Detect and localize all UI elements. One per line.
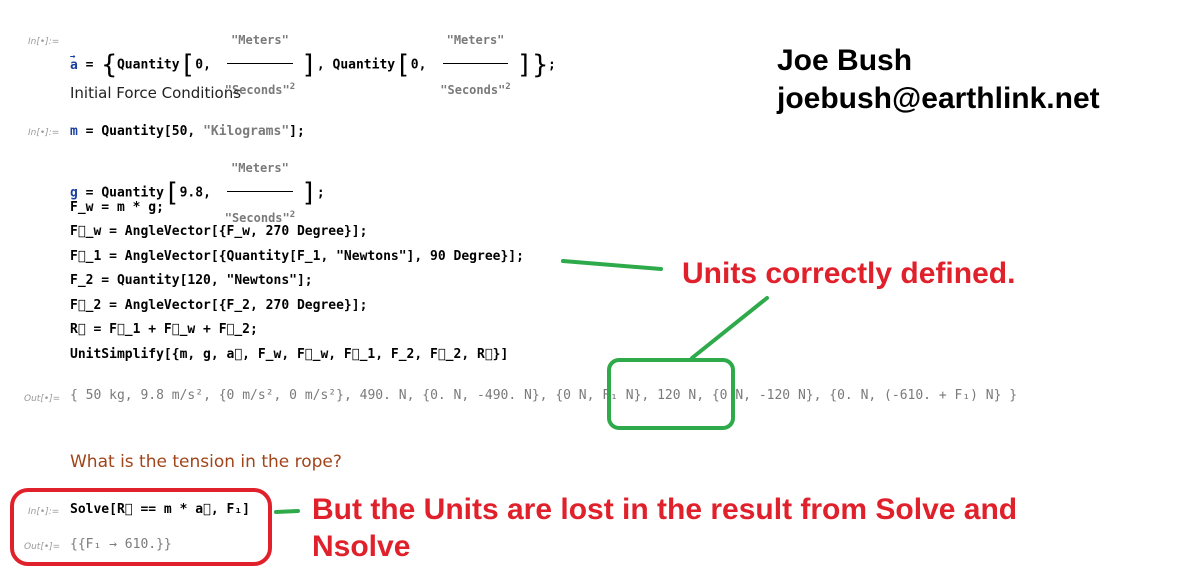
unit-denominator: "Seconds" — [440, 83, 506, 97]
output-solve[interactable]: {{F₁ → 610.}} — [70, 537, 172, 552]
output-list[interactable]: { 50 kg, 9.8 m/s², {0 m/s², 0 m/s²}, 490… — [70, 388, 1017, 403]
output-item-highlighted: {0 N, F₁ N} — [555, 388, 642, 403]
input-line[interactable]: F⃗_w = AngleVector[{F_w, 270 Degree}]; — [70, 224, 367, 239]
value: 9.8 — [179, 185, 204, 201]
pointer-line-to-solve — [274, 509, 300, 514]
exponent: 2 — [289, 82, 296, 92]
input-label: In[•]:= — [28, 507, 60, 517]
input-line[interactable]: UnitSimplify[{m, g, a⃗, F_w, F⃗_w, F⃗_1,… — [70, 347, 508, 362]
input-line[interactable]: F_w = m * g; — [70, 200, 164, 215]
fn-quantity: Quantity — [116, 57, 180, 73]
pointer-line-to-f1 — [561, 259, 663, 271]
value: 0 — [195, 57, 204, 73]
output-item: {0 m/s², 0 m/s²} — [218, 388, 344, 403]
output-item: 50 kg — [85, 388, 125, 403]
unit-numerator: "Meters" — [227, 146, 293, 192]
pointer-line-to-output — [690, 296, 769, 360]
note-units-lost-line2: Nsolve — [312, 530, 411, 563]
note-units-defined: Units correctly defined. — [682, 257, 1016, 290]
input-line[interactable]: F_2 = Quantity[120, "Newtons"]; — [70, 273, 313, 288]
section-title-tension[interactable]: What is the tension in the rope? — [70, 452, 342, 472]
input-line[interactable]: F⃗_2 = AngleVector[{F_2, 270 Degree}]; — [70, 298, 367, 313]
var-g: g — [70, 185, 78, 201]
unit-string: "Kilograms" — [203, 124, 290, 139]
code: Quantity[50, — [101, 124, 204, 139]
input-label: In[•]:= — [28, 128, 60, 138]
output-item: {0 N, -120 N} — [711, 388, 814, 403]
var-m: m — [70, 124, 78, 139]
output-label: Out[•]= — [24, 542, 61, 552]
unit-numerator: "Meters" — [227, 18, 293, 64]
fn-quantity: Quantity — [101, 185, 164, 201]
unit-numerator: "Meters" — [442, 18, 509, 64]
fn-quantity: Quantity — [332, 57, 396, 73]
input-line-mass[interactable]: m = Quantity[50, "Kilograms"]; — [70, 124, 305, 139]
unit-fraction: "Meters" "Seconds"2 — [436, 18, 514, 112]
output-label: Out[•]= — [24, 394, 61, 404]
input-solve[interactable]: Solve[R⃗ == m * a⃗, F₁] — [70, 502, 250, 517]
vector-a-symbol: a — [70, 35, 78, 88]
text-cell-initial-conditions[interactable]: Initial Force Conditions — [70, 84, 241, 102]
output-item: {0. N, -490. N} — [422, 388, 540, 403]
value: 0 — [410, 57, 419, 73]
exponent: 2 — [505, 82, 511, 92]
input-line[interactable]: R⃗ = F⃗_1 + F⃗_w + F⃗_2; — [70, 322, 258, 337]
author-name: Joe Bush — [777, 44, 913, 77]
input-line[interactable]: F⃗_1 = AngleVector[{Quantity[F_1, "Newto… — [70, 249, 524, 264]
code: ]; — [289, 124, 305, 139]
output-item: 120 N — [657, 388, 697, 403]
input-label: In[•]:= — [28, 37, 60, 47]
unit-denominator: "Seconds" — [224, 211, 290, 225]
output-item: {0. N, (-610. + F₁) N} — [829, 388, 1002, 403]
output-item: 490. N — [359, 388, 407, 403]
output-item: 9.8 m/s² — [140, 388, 204, 403]
author-email: joebush@earthlink.net — [777, 82, 1100, 115]
note-units-lost-line1: But the Units are lost in the result fro… — [312, 493, 1018, 526]
exponent: 2 — [289, 210, 296, 220]
